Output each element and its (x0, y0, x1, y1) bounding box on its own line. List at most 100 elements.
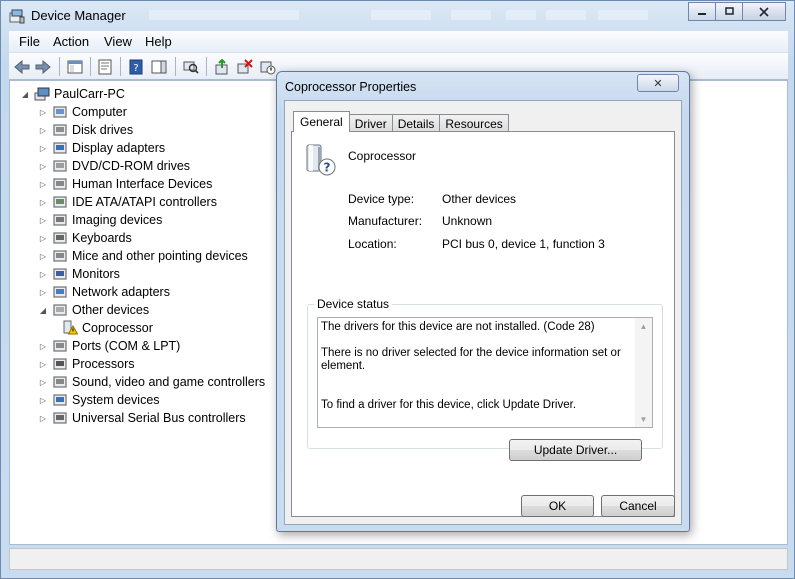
menu-help[interactable]: Help (145, 34, 172, 49)
ok-button[interactable]: OK (521, 495, 594, 517)
minimize-button[interactable] (688, 2, 716, 21)
expand-icon[interactable]: ▷ (38, 359, 48, 369)
tree-category-node[interactable]: ▷ Ports (COM & LPT) (38, 337, 180, 355)
port-icon (53, 340, 67, 352)
camera-icon (53, 214, 67, 226)
tree-category-node[interactable]: ▷ Universal Serial Bus controllers (38, 409, 246, 427)
expand-icon[interactable]: ▷ (38, 251, 48, 261)
tree-category-node[interactable]: ▷ Display adapters (38, 139, 165, 157)
tree-category-node[interactable]: ▷ Disk drives (38, 121, 133, 139)
network-adapter-icon (53, 286, 67, 298)
background-blur (451, 10, 491, 20)
update-driver-icon (215, 59, 228, 75)
forward-button[interactable] (33, 57, 53, 77)
tree-category-node[interactable]: ▷ DVD/CD-ROM drives (38, 157, 190, 175)
restore-button[interactable] (715, 2, 743, 21)
tree-node-label: Coprocessor (82, 321, 153, 335)
properties-button[interactable] (95, 57, 115, 77)
menu-action[interactable]: Action (53, 34, 89, 49)
tree-category-node[interactable]: ▷ Imaging devices (38, 211, 162, 229)
tree-category-node[interactable]: ◢ Other devices (38, 301, 149, 319)
tree-category-node[interactable]: ▷ Keyboards (38, 229, 132, 247)
expand-icon[interactable]: ▷ (38, 287, 48, 297)
tab-resources[interactable]: Resources (439, 114, 509, 132)
expand-icon[interactable]: ▷ (38, 341, 48, 351)
cancel-button[interactable]: Cancel (601, 495, 675, 517)
uninstall-button[interactable] (235, 57, 255, 77)
tree-category-node[interactable]: ▷ Monitors (38, 265, 120, 283)
monitor-icon (53, 268, 67, 280)
expand-icon[interactable]: ▷ (38, 161, 48, 171)
status-scrollbar[interactable]: ▲ ▼ (635, 318, 652, 427)
tree-category-node[interactable]: ▷ Human Interface Devices (38, 175, 212, 193)
disable-device-button[interactable] (258, 57, 278, 77)
tree-child-node[interactable]: Coprocessor (62, 319, 153, 337)
menu-bar: File Action View Help (9, 31, 788, 53)
expand-icon[interactable]: ▷ (38, 179, 48, 189)
location-value: PCI bus 0, device 1, function 3 (442, 237, 605, 251)
dvd-drive-icon (53, 160, 67, 172)
device-type-value: Other devices (442, 192, 517, 206)
update-driver-button[interactable] (212, 57, 232, 77)
tree-node-label: Network adapters (72, 285, 170, 299)
status-line: There is no driver selected for the devi… (321, 347, 621, 372)
expand-icon[interactable]: ▷ (38, 197, 48, 207)
menu-view[interactable]: View (104, 34, 132, 49)
unknown-device-icon (53, 304, 67, 316)
action-pane-icon (151, 60, 167, 74)
expand-icon[interactable]: ▷ (38, 107, 48, 117)
location-label: Location: (348, 237, 397, 251)
restore-icon (724, 6, 734, 15)
back-arrow-icon (14, 60, 30, 74)
processor-icon (53, 358, 67, 370)
tree-category-node[interactable]: ▷ Processors (38, 355, 135, 373)
tree-node-label: Sound, video and game controllers (72, 375, 266, 389)
tree-category-node[interactable]: ▷ Computer (38, 103, 127, 121)
menu-file[interactable]: File (19, 34, 40, 49)
expand-icon[interactable]: ▷ (38, 143, 48, 153)
expand-icon[interactable]: ▷ (38, 215, 48, 225)
tree-node-label: Computer (72, 105, 127, 119)
tree-node-label: Other devices (72, 303, 150, 317)
scroll-up-icon[interactable]: ▲ (635, 318, 652, 334)
scan-hardware-button[interactable] (181, 57, 201, 77)
dialog-body: General Driver Details Resources ? Copro… (284, 100, 682, 525)
action-pane-button[interactable] (149, 57, 169, 77)
expand-icon[interactable]: ▷ (38, 269, 48, 279)
tab-details[interactable]: Details (391, 114, 441, 132)
tree-category-node[interactable]: ▷ IDE ATA/ATAPI controllers (38, 193, 217, 211)
status-line: To find a driver for this device, click … (321, 399, 577, 411)
tree-root-node[interactable]: ◢ PaulCarr-PC (20, 85, 125, 103)
tree-node-label: PaulCarr-PC (54, 87, 125, 101)
show-hide-console-tree-button[interactable] (65, 57, 85, 77)
expand-icon[interactable]: ▷ (38, 233, 48, 243)
close-icon: ✕ (653, 77, 663, 90)
tree-category-node[interactable]: ▷ Sound, video and game controllers (38, 373, 265, 391)
scroll-down-icon[interactable]: ▼ (635, 411, 652, 427)
expand-icon[interactable]: ▷ (38, 413, 48, 423)
expand-icon[interactable]: ▷ (38, 377, 48, 387)
update-driver-dialog-button[interactable]: Update Driver... (509, 439, 642, 461)
help-button[interactable]: ? (126, 57, 146, 77)
tab-general[interactable]: General (293, 111, 350, 132)
tab-driver[interactable]: Driver (348, 114, 393, 132)
dialog-close-button[interactable]: ✕ (637, 74, 679, 92)
expand-icon[interactable]: ▷ (38, 125, 48, 135)
expand-icon[interactable]: ▷ (38, 395, 48, 405)
back-button[interactable] (12, 57, 32, 77)
collapse-icon[interactable]: ◢ (38, 305, 48, 315)
tree-category-node[interactable]: ▷ Network adapters (38, 283, 170, 301)
tree-node-label: Keyboards (72, 231, 132, 245)
console-tree-icon (67, 60, 83, 74)
forward-arrow-icon (35, 60, 51, 74)
tree-node-label: Display adapters (72, 141, 166, 155)
title-bar[interactable]: Device Manager (1, 1, 794, 31)
tree-node-label: DVD/CD-ROM drives (72, 159, 191, 173)
device-status-textbox[interactable]: The drivers for this device are not inst… (317, 317, 653, 428)
device-status-text: The drivers for this device are not inst… (321, 321, 635, 425)
properties-icon (98, 59, 112, 75)
tree-category-node[interactable]: ▷ System devices (38, 391, 160, 409)
collapse-icon[interactable]: ◢ (20, 89, 30, 99)
close-button[interactable] (742, 2, 786, 21)
tree-category-node[interactable]: ▷ Mice and other pointing devices (38, 247, 248, 265)
